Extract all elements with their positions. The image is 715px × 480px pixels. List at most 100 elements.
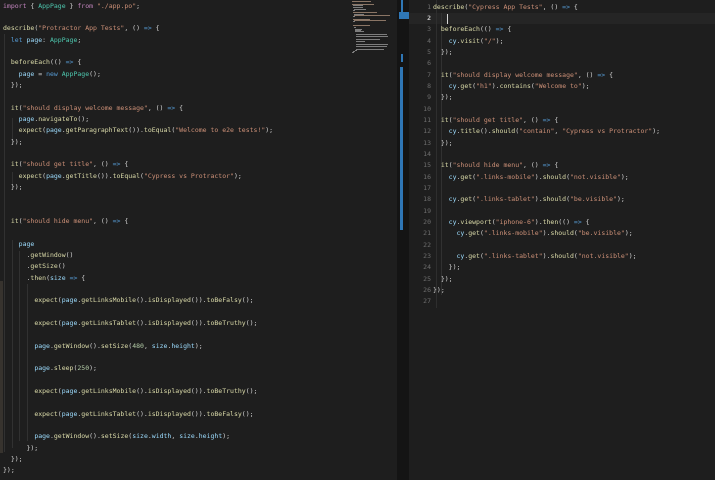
code-line: describe("Protractor App Tests", () => { bbox=[3, 23, 273, 34]
minimap-line bbox=[354, 15, 390, 16]
line-number[interactable]: 27 bbox=[409, 296, 431, 307]
code-line: cy.get(".links-mobile").should("not.visi… bbox=[433, 172, 660, 183]
line-number[interactable]: 19 bbox=[409, 206, 431, 217]
code-line bbox=[3, 397, 273, 408]
line-number[interactable]: 26 bbox=[409, 285, 431, 296]
code-line bbox=[3, 375, 273, 386]
line-number[interactable]: 18 bbox=[409, 194, 431, 205]
code-line: cy.title().should("contain", "Cypress vs… bbox=[433, 126, 660, 137]
line-number[interactable]: 7 bbox=[409, 70, 431, 81]
code-line bbox=[433, 58, 660, 69]
code-line bbox=[3, 91, 273, 102]
minimap-line bbox=[356, 34, 387, 35]
code-line: expect(page.getTitle()).toEqual("Cypress… bbox=[3, 171, 273, 182]
line-number[interactable]: 16 bbox=[409, 172, 431, 183]
minimap-line bbox=[354, 9, 366, 10]
minimap-line bbox=[352, 52, 354, 53]
code-line: it("should get title", () => { bbox=[3, 159, 273, 170]
line-number[interactable]: 11 bbox=[409, 115, 431, 126]
code-line bbox=[3, 205, 273, 216]
scrollbar-thumb[interactable] bbox=[400, 67, 403, 230]
code-line: import { AppPage } from "./app.po"; bbox=[3, 1, 273, 12]
code-line: cy.viewport("iphone-6").then(() => { bbox=[433, 217, 660, 228]
code-line: it("should display welcome message", () … bbox=[433, 70, 660, 81]
minimap[interactable] bbox=[352, 1, 394, 57]
line-number[interactable]: 14 bbox=[409, 149, 431, 160]
code-line bbox=[3, 307, 273, 318]
code-line: page.sleep(250); bbox=[3, 363, 273, 374]
code-line: it("should hide menu", () => { bbox=[433, 160, 660, 171]
code-line bbox=[3, 227, 273, 238]
code-line: }); bbox=[3, 465, 273, 476]
minimap-line bbox=[354, 20, 385, 21]
line-number[interactable]: 3 bbox=[409, 24, 431, 35]
code-line: }); bbox=[433, 47, 660, 58]
line-number[interactable]: 24 bbox=[409, 262, 431, 273]
left-edge-scrollbar[interactable] bbox=[0, 281, 3, 453]
editor-split-divider[interactable] bbox=[397, 0, 409, 480]
line-number[interactable]: 4 bbox=[409, 36, 431, 47]
code-line bbox=[433, 206, 660, 217]
text-cursor bbox=[447, 14, 448, 25]
code-line: }); bbox=[433, 92, 660, 103]
line-number[interactable]: 23 bbox=[409, 251, 431, 262]
code-line: page.navigateTo(); bbox=[3, 114, 273, 125]
code-line: }); bbox=[433, 262, 660, 273]
line-number[interactable]: 2 bbox=[409, 13, 431, 24]
line-number-gutter[interactable]: 1234567891011121314151617181920212223242… bbox=[409, 2, 431, 308]
editor-split-view: import { AppPage } from "./app.po"; desc… bbox=[0, 0, 715, 480]
code-line: it("should display welcome message", () … bbox=[3, 103, 273, 114]
code-line: cy.get(".links-mobile").should("be.visib… bbox=[433, 228, 660, 239]
line-number[interactable]: 20 bbox=[409, 217, 431, 228]
line-number[interactable]: 9 bbox=[409, 92, 431, 103]
code-line: expect(page.getLinksTablet().isDisplayed… bbox=[3, 318, 273, 329]
line-number[interactable]: 22 bbox=[409, 240, 431, 251]
code-line: }); bbox=[3, 137, 273, 148]
code-line: describe("Cypress App Tests", () => { bbox=[433, 2, 660, 13]
right-editor-pane[interactable]: 1234567891011121314151617181920212223242… bbox=[409, 0, 715, 480]
code-line bbox=[433, 13, 660, 24]
code-line bbox=[3, 329, 273, 340]
code-line: cy.get(".links-tablet").should("not.visi… bbox=[433, 251, 660, 262]
minimap-line bbox=[353, 16, 355, 17]
code-line bbox=[433, 240, 660, 251]
left-editor-pane[interactable]: import { AppPage } from "./app.po"; desc… bbox=[0, 0, 397, 480]
line-number[interactable]: 1 bbox=[409, 2, 431, 13]
code-line: }); bbox=[433, 138, 660, 149]
right-code-area[interactable]: describe("Cypress App Tests", () => { be… bbox=[433, 2, 660, 308]
line-number[interactable]: 15 bbox=[409, 160, 431, 171]
code-line: .then(size => { bbox=[3, 273, 273, 284]
minimap-line bbox=[356, 41, 365, 42]
minimap-line bbox=[356, 44, 387, 45]
code-line: .getSize() bbox=[3, 261, 273, 272]
line-number[interactable]: 6 bbox=[409, 58, 431, 69]
line-number[interactable]: 17 bbox=[409, 183, 431, 194]
code-line: cy.get("h1").contains("Welcome to"); bbox=[433, 81, 660, 92]
line-number[interactable]: 12 bbox=[409, 126, 431, 137]
left-code-area[interactable]: import { AppPage } from "./app.po"; desc… bbox=[3, 1, 273, 477]
line-number[interactable]: 25 bbox=[409, 274, 431, 285]
code-line: .getWindow() bbox=[3, 250, 273, 261]
line-number[interactable]: 8 bbox=[409, 81, 431, 92]
code-line: }); bbox=[3, 80, 273, 91]
code-line: cy.visit("/"); bbox=[433, 36, 660, 47]
line-number[interactable]: 13 bbox=[409, 138, 431, 149]
code-line bbox=[3, 12, 273, 23]
code-line: }); bbox=[3, 182, 273, 193]
code-line bbox=[3, 352, 273, 363]
minimap-line bbox=[356, 46, 387, 47]
line-number[interactable]: 10 bbox=[409, 104, 431, 115]
line-number[interactable]: 5 bbox=[409, 47, 431, 58]
minimap-line bbox=[356, 49, 384, 50]
minimap-line bbox=[352, 1, 371, 2]
code-line: it("should get title", () => { bbox=[433, 115, 660, 126]
minimap-line bbox=[356, 36, 387, 37]
code-line: page bbox=[3, 239, 273, 250]
code-line bbox=[433, 296, 660, 307]
minimap-line bbox=[353, 25, 370, 26]
code-line: }); bbox=[433, 285, 660, 296]
scrollbar-segment[interactable] bbox=[401, 54, 404, 63]
minimap-line bbox=[356, 39, 380, 40]
minimap-line bbox=[353, 10, 355, 11]
line-number[interactable]: 21 bbox=[409, 228, 431, 239]
